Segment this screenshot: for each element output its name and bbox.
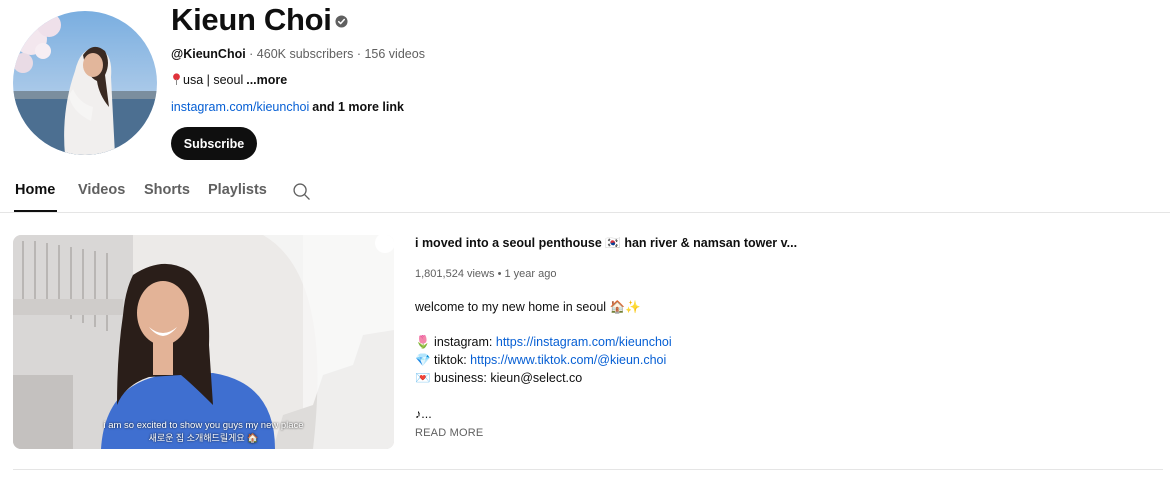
description-intro: welcome to my new home in seoul 🏠✨	[415, 300, 641, 314]
view-count: 1,801,524 views	[415, 268, 495, 280]
avatar-image	[13, 11, 157, 155]
verified-badge-icon	[335, 15, 348, 28]
tab-home[interactable]: Home	[15, 182, 55, 198]
instagram-prefix: 🌷 instagram:	[415, 335, 496, 349]
subscribe-button[interactable]: Subscribe	[171, 127, 257, 160]
tiktok-url-link[interactable]: https://www.tiktok.com/@kieun.choi	[470, 353, 666, 367]
tab-videos[interactable]: Videos	[78, 182, 125, 198]
channel-description[interactable]: usa | seoul ...more	[172, 73, 287, 87]
channel-avatar[interactable]	[13, 11, 157, 155]
upload-age: 1 year ago	[504, 268, 557, 280]
section-divider	[13, 469, 1163, 470]
video-thumbnail-image	[13, 235, 394, 449]
description-more-link[interactable]: ...more	[246, 73, 287, 87]
channel-name: Kieun Choi	[171, 2, 332, 37]
caption-korean: 새로운 집 소개해드릴게요 🏠	[148, 433, 259, 443]
featured-video-meta: 1,801,524 views • 1 year ago	[415, 268, 556, 280]
description-tiktok: 💎 tiktok: https://www.tiktok.com/@kieun.…	[415, 353, 666, 368]
tab-shorts[interactable]: Shorts	[144, 182, 190, 198]
channel-links: instagram.com/kieunchoi and 1 more link	[171, 100, 404, 114]
read-more-button[interactable]: READ MORE	[415, 427, 483, 439]
featured-video-title[interactable]: i moved into a seoul penthouse 🇰🇷 han ri…	[415, 236, 797, 251]
channel-meta: @KieunChoi · 460K subscribers · 156 vide…	[171, 47, 425, 61]
caption-english: i am so excited to show you guys my new …	[103, 420, 304, 431]
description-business: 💌 business: kieun@select.co	[415, 371, 583, 385]
search-icon[interactable]	[292, 182, 311, 201]
tiktok-prefix: 💎 tiktok:	[415, 353, 471, 367]
pin-icon	[173, 73, 180, 85]
instagram-url-link[interactable]: https://instagram.com/kieunchoi	[496, 335, 672, 349]
description-instagram: 🌷 instagram: https://instagram.com/kieun…	[415, 335, 672, 350]
description-music: ♪...	[415, 407, 432, 421]
tab-playlists[interactable]: Playlists	[208, 182, 267, 198]
instagram-link[interactable]: instagram.com/kieunchoi	[171, 100, 309, 114]
channel-stats: · 460K subscribers · 156 videos	[245, 47, 425, 61]
active-tab-indicator	[14, 210, 57, 212]
more-links-button[interactable]: and 1 more link	[312, 100, 404, 114]
channel-handle: @KieunChoi	[171, 47, 246, 61]
channel-tabs: Home Videos Shorts Playlists	[0, 172, 1170, 213]
meta-separator: •	[497, 268, 502, 280]
channel-location: usa | seoul	[183, 73, 244, 87]
featured-video-thumbnail[interactable]: i am so excited to show you guys my new …	[13, 235, 394, 449]
